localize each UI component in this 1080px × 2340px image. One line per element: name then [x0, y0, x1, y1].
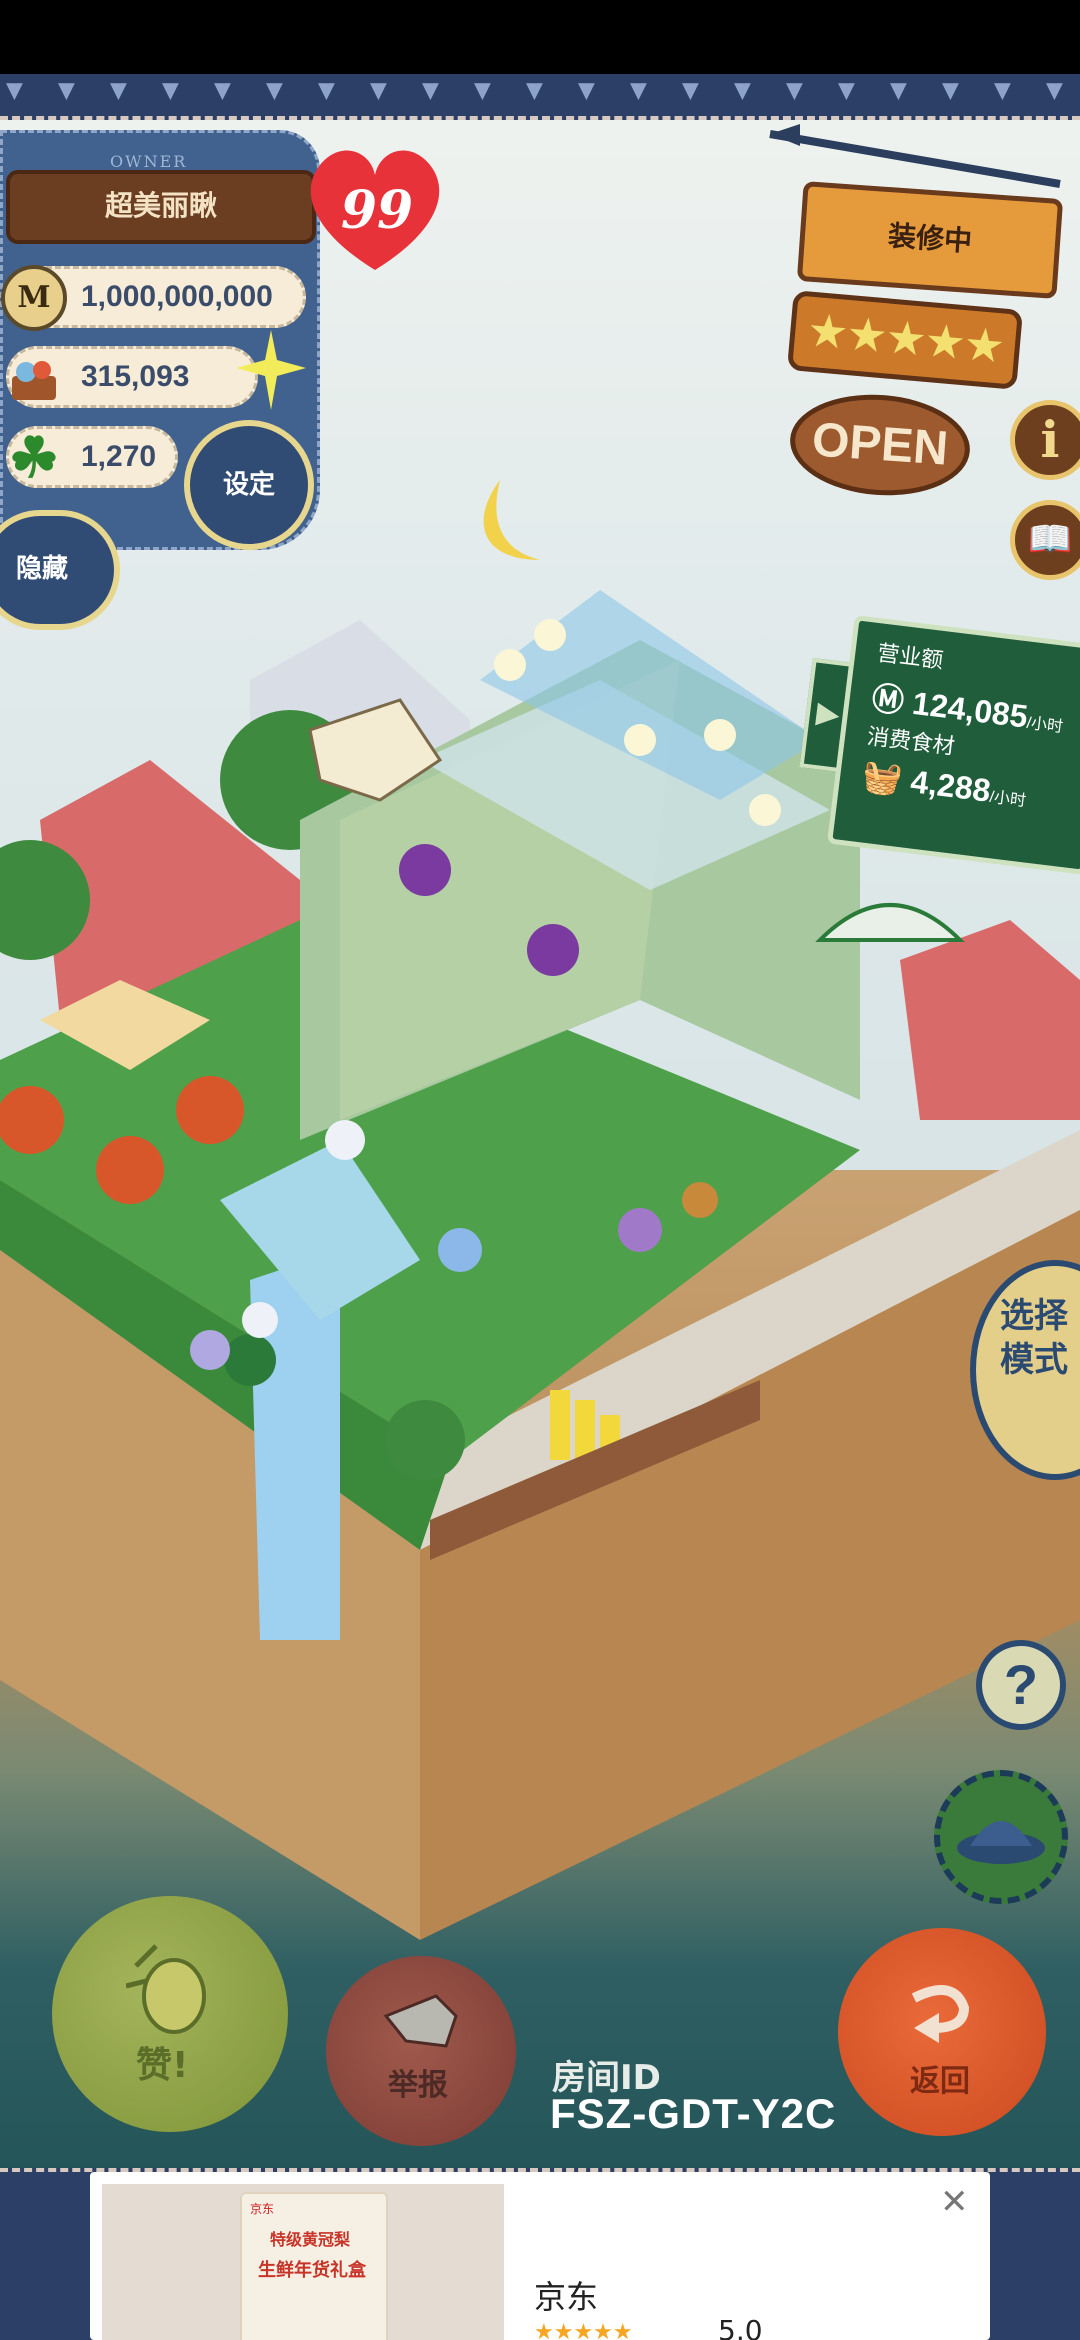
lamp-2 [534, 619, 566, 651]
border-star-icon: ▲ [630, 80, 647, 105]
ad-brand: 京东 [534, 2278, 599, 2316]
back-label: 返回 [910, 2064, 970, 2099]
deer [682, 1182, 718, 1218]
lamp-4 [704, 719, 736, 751]
hat-button[interactable] [934, 1770, 1068, 1904]
border-star-icon: ▲ [1046, 80, 1063, 105]
border-star-icon: ▲ [786, 80, 803, 105]
help-button[interactable]: ? [976, 1640, 1066, 1730]
coins-pill: M 1,000,000,000 [1, 265, 306, 331]
ad-product-box: 京东 特级黄冠梨 生鲜年货礼盒 [240, 2192, 388, 2340]
room-id-value: FSZ-GDT-Y2C [550, 2090, 837, 2137]
house-roof-right [900, 920, 1080, 1120]
lamp-3 [624, 724, 656, 756]
grape-decor-2 [527, 924, 579, 976]
border-star-icon: ▲ [838, 80, 855, 105]
bunny-2 [438, 1228, 482, 1272]
ad-product-title: 特级黄冠梨 [270, 2230, 351, 2249]
hat-icon [957, 1821, 1045, 1864]
select-mode-label: 选择模式 [1000, 1296, 1068, 1380]
border-star-icon: ▲ [162, 80, 179, 105]
border-star-icon: ▲ [370, 80, 387, 105]
coins-value: 1,000,000,000 [81, 280, 273, 313]
bunny-3 [618, 1208, 662, 1252]
coin-small-icon: Ⓜ [869, 679, 915, 721]
book-button[interactable]: 📖 [1010, 500, 1080, 580]
thumbs-icon [126, 1944, 206, 2034]
sales-unit: /小时 [1025, 714, 1064, 737]
border-star-icon: ▲ [942, 80, 959, 105]
food-consume-unit: /小时 [988, 788, 1027, 811]
ad-close-icon[interactable]: ✕ [940, 2182, 969, 2222]
settings-label: 设定 [222, 470, 275, 500]
border-star-icon: ▲ [266, 80, 283, 105]
likes-count: 99 [340, 180, 414, 241]
owner-label: OWNER [110, 152, 188, 171]
ad-product-subtitle: 生鲜年货礼盒 [258, 2260, 366, 2281]
food-consume-value: 4,288 [908, 763, 993, 809]
top-star-border: ▲▲▲▲▲▲▲▲▲▲▲▲▲▲▲▲▲▲▲▲▲▲ [0, 74, 1080, 120]
ad-logo: 京东 [250, 2202, 275, 2216]
coin-icon: M [1, 265, 67, 331]
border-star-icon: ▲ [994, 80, 1011, 105]
border-star-icon: ▲ [578, 80, 595, 105]
return-arrow-icon [911, 1985, 970, 2043]
clover-icon: ☘ [8, 426, 60, 489]
food-pill: 315,093 [6, 346, 258, 408]
food-value: 315,093 [81, 360, 190, 393]
border-star-icon: ▲ [682, 80, 699, 105]
hide-label: 隐藏 [16, 554, 69, 584]
border-star-icon: ▲ [6, 80, 23, 105]
gold-pillar-1 [550, 1390, 570, 1460]
shop-status-sign: 装修中 [796, 181, 1064, 299]
back-button[interactable]: 返回 [838, 1928, 1046, 2136]
border-star-icon: ▲ [214, 80, 231, 105]
info-button[interactable]: i [1010, 400, 1080, 480]
ad-rating-score: 5.0 [718, 2314, 763, 2340]
clover-pill: ☘ 1,270 [6, 426, 178, 488]
like-button[interactable]: 赞! [52, 1896, 288, 2132]
bear-white [242, 1302, 278, 1338]
report-button[interactable]: 举报 [326, 1956, 516, 2146]
lamp-5 [749, 794, 781, 826]
clover-value: 1,270 [81, 440, 157, 473]
owner-name: 超美丽瞅 [6, 170, 316, 244]
border-star-icon: ▲ [110, 80, 127, 105]
ad-image: 京东 特级黄冠梨 生鲜年货礼盒 [102, 2184, 504, 2340]
border-star-icon: ▲ [890, 80, 907, 105]
autumn-tree-2 [96, 1136, 164, 1204]
lamp-1 [494, 649, 526, 681]
settings-button[interactable]: 设定 [184, 420, 314, 550]
book-icon: 📖 [1027, 519, 1073, 560]
border-star-icon: ▲ [526, 80, 543, 105]
hide-button[interactable]: 隐藏 [0, 510, 120, 630]
food-basket-icon [1, 345, 67, 411]
border-star-icon: ▲ [474, 80, 491, 105]
border-star-icon: ▲ [318, 80, 335, 105]
ad-rating-stars: ★★★★★ [534, 2320, 633, 2340]
gold-pillar-2 [575, 1400, 595, 1460]
watermelon [224, 1334, 276, 1386]
border-star-icon: ▲ [58, 80, 75, 105]
grape-decor-1 [399, 844, 451, 896]
basket-small-icon: 🧺 [860, 757, 914, 799]
bear-purple [190, 1330, 230, 1370]
report-label: 举报 [388, 2068, 448, 2103]
border-star-icon: ▲ [734, 80, 751, 105]
whistle-icon [383, 1994, 458, 2048]
border-star-icon: ▲ [422, 80, 439, 105]
moon [483, 480, 540, 560]
revenue-board: 营业额 Ⓜ 124,085/小时 消费食材 🧺 4,288/小时 [826, 615, 1080, 875]
sparkle-icon [236, 330, 306, 410]
autumn-tree-3 [176, 1076, 244, 1144]
like-label: 赞! [136, 2045, 189, 2086]
bush [385, 1400, 465, 1480]
status-bar [0, 0, 1080, 74]
bunny-1 [325, 1120, 365, 1160]
ad-banner[interactable]: 京东 特级黄冠梨 生鲜年货礼盒 京东 ★★★★★ 5.0 ✕ [90, 2172, 990, 2340]
game-screen: ▲▲▲▲▲▲▲▲▲▲▲▲▲▲▲▲▲▲▲▲▲▲ [0, 0, 1080, 2340]
